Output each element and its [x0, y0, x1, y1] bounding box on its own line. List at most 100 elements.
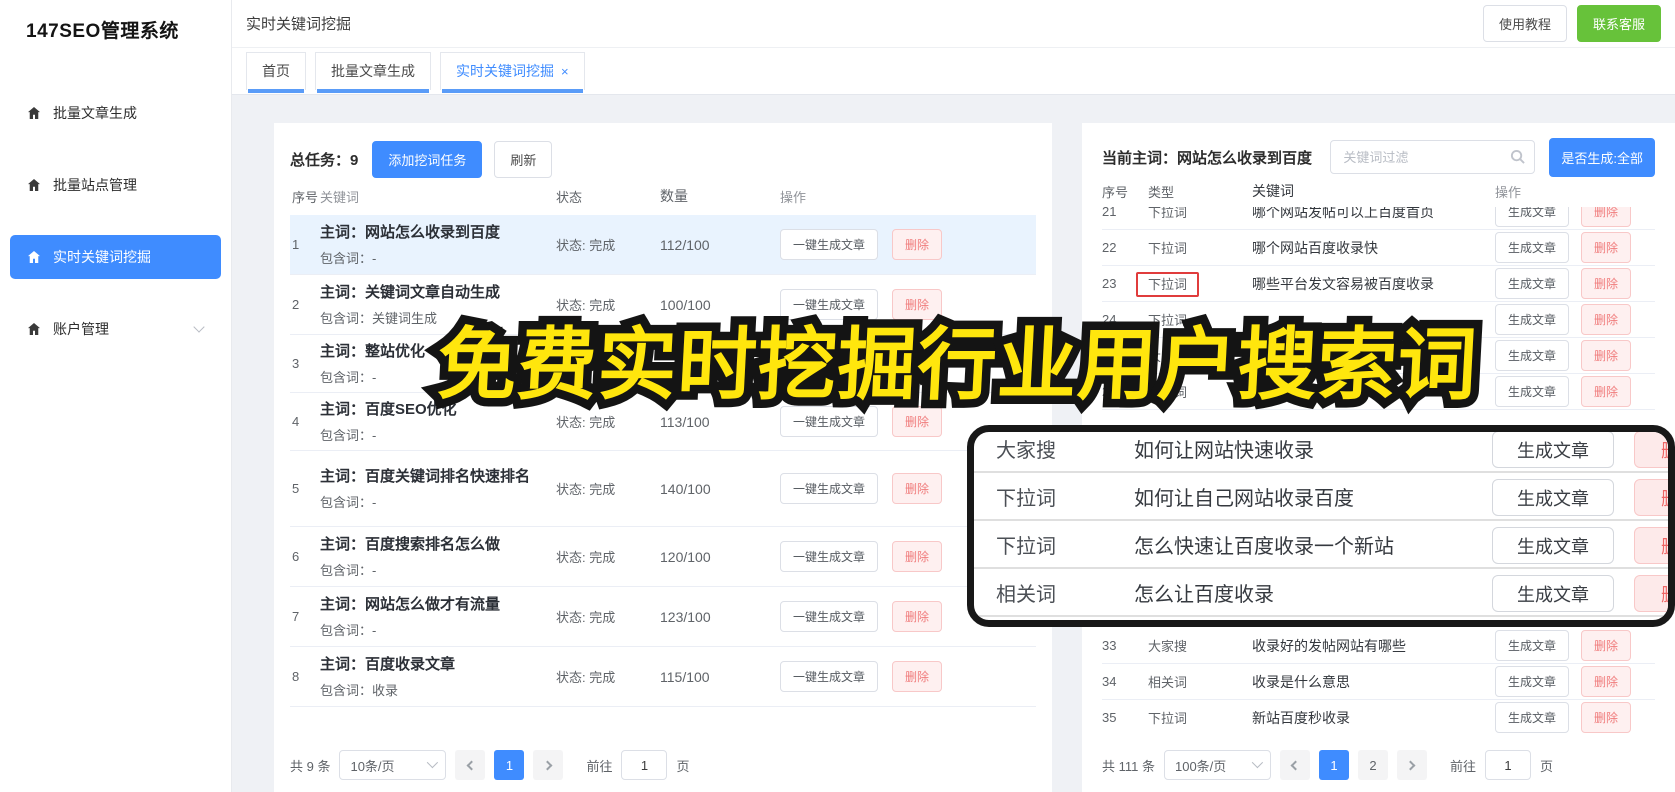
keyword-row: 24 下拉词 生成文章 删除	[1102, 302, 1655, 338]
generate-article-button[interactable]: 生成文章	[1495, 702, 1570, 733]
breadcrumb: 实时关键词挖掘	[246, 16, 352, 33]
task-row[interactable]: 6 主词：百度搜索排名怎么做 包含词：- 状态: 完成 120/100 一键生成…	[290, 527, 1036, 587]
task-row[interactable]: 7 主词：网站怎么做才有流量 包含词：- 状态: 完成 123/100 一键生成…	[290, 587, 1036, 647]
delete-button[interactable]: 删除	[892, 406, 943, 437]
generate-articles-button[interactable]: 一键生成文章	[780, 473, 879, 504]
delete-button[interactable]: 删除	[1581, 630, 1632, 661]
keyword-index: 35	[1102, 710, 1117, 725]
tasks-table-body: 1 主词：网站怎么收录到百度 包含词：- 状态: 完成 112/100 一键生成…	[290, 215, 1036, 707]
generate-article-button[interactable]: 生成文章	[1495, 232, 1570, 263]
keyword-text: 收录是什么意思	[1252, 673, 1350, 690]
delete-button[interactable]: 删除	[1581, 268, 1632, 299]
delete-button[interactable]: 删除	[892, 229, 943, 260]
delete-button[interactable]: 删除	[1581, 702, 1632, 733]
delete-button[interactable]: 删除	[892, 661, 943, 692]
delete-button[interactable]: 删除	[1581, 340, 1632, 371]
tab-bar: 首页× 批量文章生成× 实时关键词挖掘 ×	[232, 48, 1675, 95]
tab-close-icon[interactable]: ×	[561, 64, 569, 79]
delete-button[interactable]: 删除	[1581, 666, 1632, 697]
task-count: 112/100	[660, 236, 710, 253]
task-row[interactable]: 2 主词：关键词文章自动生成 包含词：关键词生成 状态: 完成 100/100 …	[290, 275, 1036, 335]
goto-page-input[interactable]	[621, 750, 668, 780]
generate-articles-button[interactable]: 一键生成文章	[780, 289, 879, 320]
task-include-words: 包含词：-	[320, 623, 377, 639]
task-row[interactable]: 8 主词：百度收录文章 包含词：收录 状态: 完成 115/100 一键生成文章…	[290, 647, 1036, 707]
generate-articles-button[interactable]: 一键生成文章	[780, 406, 879, 437]
task-keyword: 主词：网站怎么做才有流量	[320, 595, 501, 613]
sidebar-item[interactable]: 账户管理	[10, 307, 221, 351]
task-row[interactable]: 3 主词：整站优化 包含词：- 状态: 完成 一键生成文章 删除	[290, 335, 1036, 393]
arrow-left-icon	[466, 760, 477, 770]
generate-articles-button[interactable]: 一键生成文章	[780, 348, 879, 379]
delete-button[interactable]: 删除	[892, 541, 943, 572]
inset-keyword-type: 下拉词	[996, 535, 1056, 558]
tutorial-button[interactable]: 使用教程	[1482, 5, 1567, 42]
next-page-button[interactable]	[533, 750, 564, 780]
keyword-text: 哪个网站百度收录快	[1252, 239, 1378, 256]
task-status: 状态: 完成	[556, 670, 616, 685]
task-status: 状态: 完成	[556, 357, 616, 372]
inset-delete-button: 删除	[1634, 432, 1668, 468]
prev-page-button[interactable]	[1279, 750, 1310, 780]
sidebar-item[interactable]: 批量文章生成	[10, 91, 221, 135]
generate-article-button[interactable]: 生成文章	[1495, 340, 1570, 371]
keyword-row: 35 下拉词 新站百度秒收录 生成文章 删除	[1102, 700, 1655, 733]
page-button-1[interactable]: 1	[1318, 750, 1349, 780]
delete-button[interactable]: 删除	[1581, 232, 1632, 263]
contact-support-button[interactable]: 联系客服	[1576, 5, 1661, 42]
generate-article-button[interactable]: 生成文章	[1495, 666, 1570, 697]
page-button[interactable]: 1	[494, 750, 525, 780]
task-row[interactable]: 4 主词：百度SEO优化 包含词：- 状态: 完成 113/100 一键生成文章…	[290, 393, 1036, 451]
keyword-type: 下拉词	[1148, 711, 1188, 726]
delete-button[interactable]: 删除	[892, 601, 943, 632]
task-count: 100/100	[660, 296, 711, 313]
sidebar-item-label: 实时关键词挖掘	[53, 249, 151, 265]
generate-articles-button[interactable]: 一键生成文章	[780, 541, 879, 572]
goto-page-input[interactable]	[1485, 750, 1531, 780]
delete-button[interactable]: 删除	[892, 473, 943, 504]
keyword-text: 新站百度秒收录	[1252, 709, 1350, 726]
add-task-button[interactable]: 添加挖词任务	[372, 140, 483, 178]
tab[interactable]: 实时关键词挖掘 ×	[440, 52, 585, 93]
sidebar-item-label: 批量文章生成	[53, 105, 137, 121]
prev-page-button[interactable]	[455, 750, 486, 780]
tab-label: 实时关键词挖掘	[456, 63, 554, 79]
sidebar-item[interactable]: 实时关键词挖掘	[10, 235, 221, 279]
keyword-filter-input[interactable]	[1330, 140, 1536, 174]
tab[interactable]: 批量文章生成×	[315, 52, 431, 93]
task-index: 8	[292, 669, 300, 684]
sidebar-item[interactable]: 批量站点管理	[10, 163, 221, 207]
refresh-button[interactable]: 刷新	[494, 140, 553, 178]
topbar: 实时关键词挖掘 使用教程 联系客服	[232, 0, 1675, 48]
generate-articles-button[interactable]: 一键生成文章	[780, 229, 879, 260]
delete-button[interactable]: 删除	[1581, 376, 1632, 407]
col-index: 序号	[1102, 184, 1129, 200]
delete-button[interactable]: 删除	[892, 348, 943, 379]
generate-article-button[interactable]: 生成文章	[1495, 376, 1570, 407]
tab[interactable]: 首页×	[246, 52, 306, 93]
page-size-select[interactable]: 10条/页	[339, 750, 447, 780]
generate-article-button[interactable]: 生成文章	[1495, 630, 1570, 661]
task-row[interactable]: 1 主词：网站怎么收录到百度 包含词：- 状态: 完成 112/100 一键生成…	[290, 215, 1036, 275]
generate-article-button[interactable]: 生成文章	[1495, 304, 1570, 335]
generate-articles-button[interactable]: 一键生成文章	[780, 661, 879, 692]
next-page-button[interactable]	[1396, 750, 1427, 780]
generate-article-button[interactable]: 生成文章	[1495, 268, 1570, 299]
generate-filter-button[interactable]: 是否生成:全部	[1549, 137, 1655, 177]
keyword-row: 22 下拉词 哪个网站百度收录快 生成文章 删除	[1102, 230, 1655, 266]
generate-article-button[interactable]: 生成文章	[1495, 207, 1570, 227]
page-button-2[interactable]: 2	[1357, 750, 1388, 780]
inset-delete-button: 删除	[1634, 527, 1668, 564]
page-size-select[interactable]: 100条/页	[1163, 750, 1271, 780]
task-include-words: 包含词：-	[320, 251, 377, 267]
delete-button[interactable]: 删除	[1581, 304, 1632, 335]
inset-generate-article-button: 生成文章	[1492, 527, 1614, 564]
generate-articles-button[interactable]: 一键生成文章	[780, 601, 879, 632]
col-keyword: 关键词	[1252, 183, 1294, 199]
task-row[interactable]: 5 主词：百度关键词排名快速排名 包含词：- 状态: 完成 140/100 一键…	[290, 451, 1036, 527]
keyword-index: 26	[1102, 384, 1117, 399]
delete-button[interactable]: 删除	[1581, 207, 1632, 227]
task-index: 3	[292, 356, 300, 371]
delete-button[interactable]: 删除	[892, 289, 943, 320]
task-include-words: 包含词：-	[320, 370, 377, 386]
